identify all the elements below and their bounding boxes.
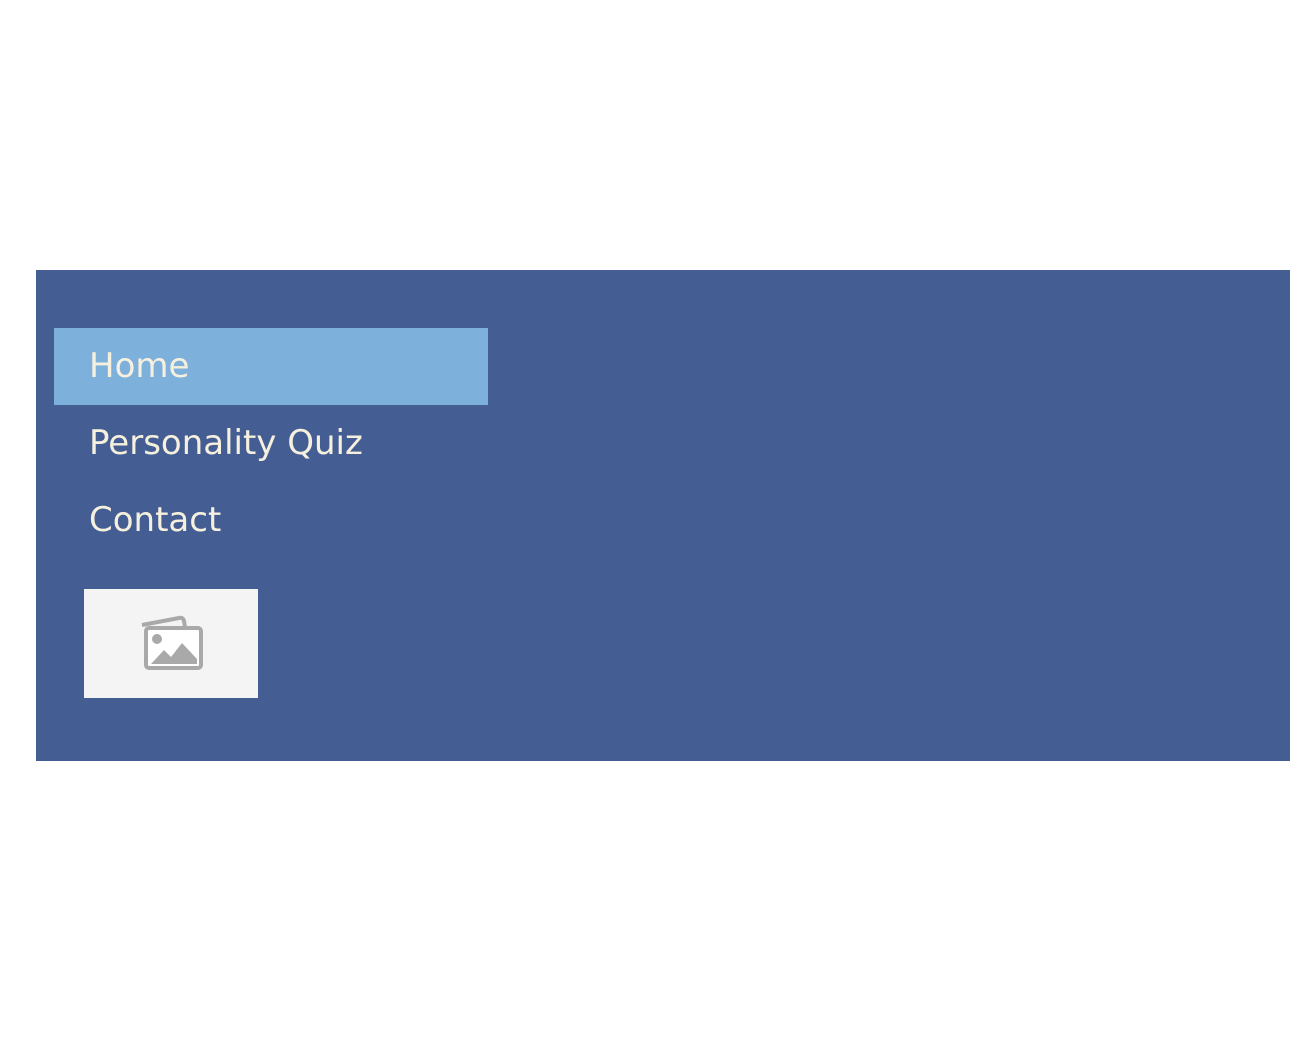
page: Home Personality Quiz Contact (0, 0, 1290, 1038)
image-placeholder-icon (141, 615, 203, 670)
navigation-menu: Home Personality Quiz Contact (54, 328, 488, 559)
nav-item-home[interactable]: Home (54, 328, 488, 405)
image-placeholder (84, 589, 258, 698)
nav-item-personality-quiz[interactable]: Personality Quiz (54, 405, 488, 482)
navigation-panel: Home Personality Quiz Contact (36, 270, 1290, 761)
nav-item-personality-quiz-wrapper: Personality Quiz (54, 405, 488, 482)
nav-item-home-wrapper: Home (54, 328, 488, 405)
nav-item-contact-wrapper: Contact (54, 482, 488, 559)
nav-item-contact[interactable]: Contact (54, 482, 488, 559)
